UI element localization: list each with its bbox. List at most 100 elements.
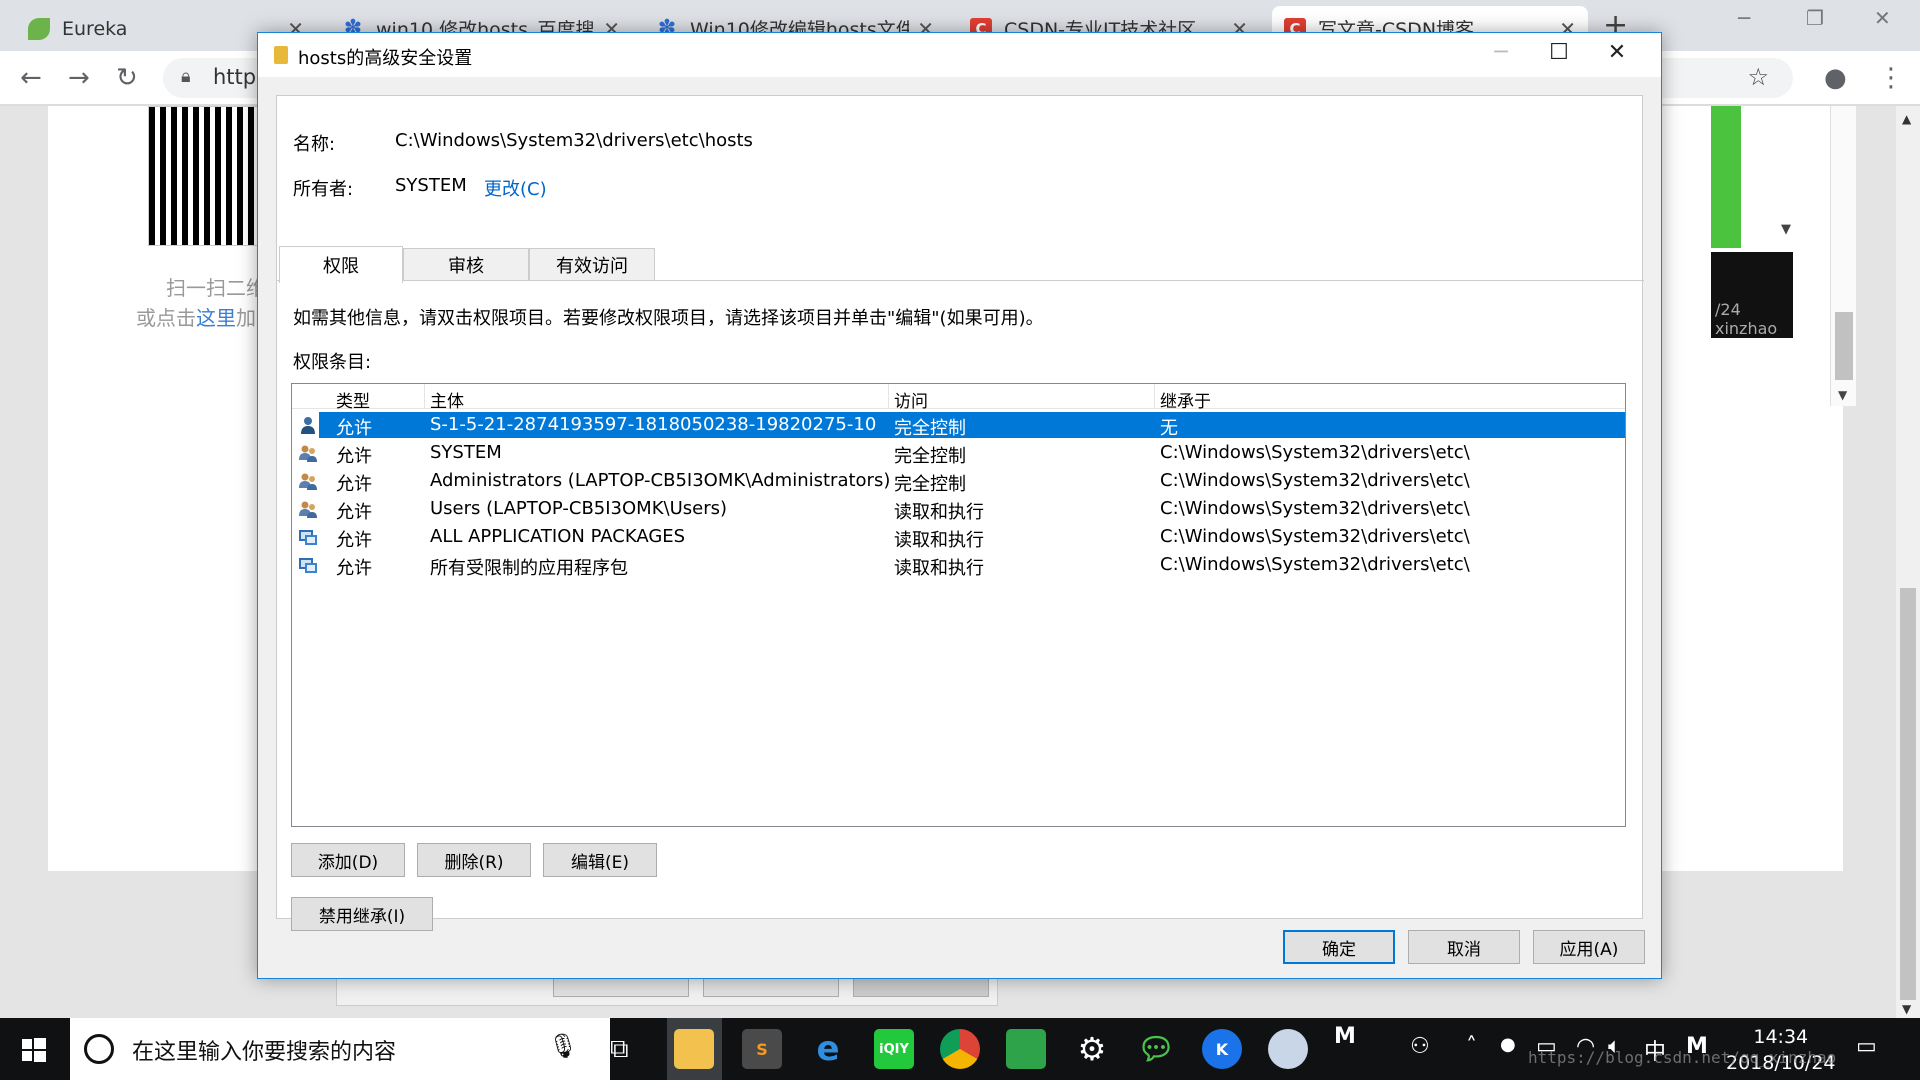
m-app-icon[interactable]: M — [1334, 1024, 1356, 1049]
tab-divider — [277, 280, 1644, 281]
close-icon[interactable]: ✕ — [1588, 38, 1646, 72]
folder-icon — [274, 46, 288, 64]
permission-row[interactable]: 允许 SYSTEM 完全控制 C:\Windows\System32\drive… — [292, 439, 1625, 467]
row-type: 允许 — [336, 530, 372, 551]
join-group-link[interactable]: 这里 — [196, 306, 236, 330]
cancel-button[interactable]: 取消 — [1408, 930, 1520, 964]
dropdown-arrow-icon[interactable]: ▼ — [1781, 222, 1791, 237]
permission-row[interactable]: 允许 ALL APPLICATION PACKAGES 读取和执行 C:\Win… — [292, 523, 1625, 551]
notification-icon[interactable]: ▭ — [1856, 1034, 1877, 1059]
tab-effective-access[interactable]: 有效访问 — [529, 248, 655, 281]
row-principal: ALL APPLICATION PACKAGES — [430, 526, 686, 547]
column-header-type[interactable]: 类型 — [336, 387, 370, 412]
dialog-content-panel: 名称: C:\Windows\System32\drivers\etc\host… — [276, 95, 1644, 931]
clock-time: 14:34 — [1753, 1026, 1809, 1048]
apply-button[interactable]: 应用(A) — [1533, 930, 1645, 964]
chrome-icon[interactable] — [940, 1029, 980, 1069]
edit-button[interactable]: 编辑(E) — [543, 843, 657, 877]
minimize-icon[interactable]: ─ — [1472, 38, 1530, 72]
edge-browser-icon[interactable]: e — [808, 1029, 848, 1069]
reload-icon[interactable]: ↻ — [116, 63, 138, 93]
row-principal: SYSTEM — [430, 442, 502, 463]
column-header-inherited-from[interactable]: 继承于 — [1160, 387, 1211, 412]
back-arrow-icon[interactable]: ← — [20, 63, 42, 93]
permission-entries-label: 权限条目: — [293, 352, 372, 373]
change-owner-link[interactable]: 更改(C) — [484, 175, 547, 201]
permission-row[interactable]: 允许 所有受限制的应用程序包 读取和执行 C:\Windows\System32… — [292, 551, 1625, 579]
tab-permissions[interactable]: 权限 — [279, 246, 403, 283]
qr-caption-pre: 或点击 — [136, 306, 196, 330]
bookmark-star-icon[interactable]: ☆ — [1747, 63, 1769, 91]
group-icon — [299, 473, 317, 490]
app-package-icon — [299, 530, 317, 545]
row-inherited-from: C:\Windows\System32\drivers\etc\ — [1160, 554, 1470, 575]
user-icon — [301, 417, 315, 434]
row-type: 允许 — [336, 446, 372, 467]
remove-button[interactable]: 删除(R) — [417, 843, 531, 877]
owner-label: 所有者: — [293, 179, 354, 200]
green-app-icon[interactable] — [1006, 1029, 1046, 1069]
k-app-icon[interactable]: K — [1202, 1029, 1242, 1069]
side-image-text: /24 xinzhao — [1715, 300, 1778, 338]
forward-arrow-icon[interactable]: → — [68, 63, 90, 93]
page-scrollbar[interactable]: ▲ ▼ — [1896, 106, 1920, 1018]
permission-entries-list[interactable]: 类型 主体 访问 继承于 允许 S-1-5-21-2874193597-1818… — [291, 383, 1626, 827]
account-icon[interactable]: ● — [1824, 63, 1847, 93]
owner-value: SYSTEM — [395, 175, 467, 196]
column-separator[interactable] — [888, 384, 889, 408]
browser-tab-title: Eureka — [62, 17, 128, 40]
wechat-icon[interactable]: 💬︎ — [1136, 1029, 1176, 1069]
column-separator[interactable] — [424, 384, 425, 408]
group-icon — [299, 445, 317, 462]
dialog-titlebar: hosts的高级安全设置 ─ ☐ ✕ — [258, 33, 1661, 77]
column-header-access[interactable]: 访问 — [894, 387, 928, 412]
cortana-icon[interactable] — [84, 1034, 114, 1064]
inner-scroll-thumb[interactable] — [1835, 312, 1853, 380]
tray-expand-icon[interactable]: ˄ — [1466, 1034, 1477, 1059]
tab-auditing[interactable]: 审核 — [403, 248, 529, 281]
name-value: C:\Windows\System32\drivers\etc\hosts — [395, 130, 753, 151]
permission-row-selected[interactable]: 允许 S-1-5-21-2874193597-1818050238-198202… — [292, 411, 1625, 439]
name-label: 名称: — [293, 134, 336, 155]
row-type: 允许 — [336, 502, 372, 523]
microphone-icon[interactable]: 🎙︎ — [548, 1032, 578, 1060]
taskbar-search-box[interactable]: 在这里输入你要搜索的内容 🎙︎ — [70, 1018, 610, 1080]
lock-icon: 🔒︎ — [181, 66, 191, 87]
settings-gear-icon[interactable]: ⚙ — [1072, 1029, 1112, 1069]
row-access: 完全控制 — [894, 474, 966, 495]
sublime-text-icon[interactable]: S — [742, 1029, 782, 1069]
windows-start-icon[interactable] — [22, 1038, 46, 1062]
qq-tray-icon[interactable]: ● — [1500, 1034, 1516, 1055]
restore-icon[interactable]: ❐ — [1806, 6, 1824, 30]
add-button[interactable]: 添加(D) — [291, 843, 405, 877]
ok-button[interactable]: 确定 — [1283, 930, 1395, 964]
column-separator[interactable] — [1154, 384, 1155, 408]
scroll-down-icon[interactable]: ▼ — [1902, 1002, 1911, 1016]
row-inherited-from: 无 — [1160, 418, 1178, 439]
minimize-icon[interactable]: ─ — [1738, 6, 1750, 30]
column-header-principal[interactable]: 主体 — [430, 387, 464, 412]
iqiyi-icon[interactable]: iQIY — [874, 1029, 914, 1069]
file-explorer-icon[interactable] — [674, 1029, 714, 1069]
disable-inheritance-button[interactable]: 禁用继承(I) — [291, 897, 433, 931]
page-scroll-thumb[interactable] — [1900, 588, 1916, 1000]
avatar-app-icon[interactable] — [1268, 1029, 1308, 1069]
permission-row[interactable]: 允许 Users (LAPTOP-CB5I3OMK\Users) 读取和执行 C… — [292, 495, 1625, 523]
advanced-security-dialog: hosts的高级安全设置 ─ ☐ ✕ 名称: C:\Windows\System… — [257, 32, 1662, 979]
scroll-up-icon[interactable]: ▲ — [1902, 112, 1911, 126]
permission-row[interactable]: 允许 Administrators (LAPTOP-CB5I3OMK\Admin… — [292, 467, 1625, 495]
maximize-icon[interactable]: ☐ — [1530, 38, 1588, 72]
list-header: 类型 主体 访问 继承于 — [292, 384, 1625, 412]
side-image-green — [1711, 106, 1741, 248]
inner-scrollbar[interactable]: ▼ — [1830, 106, 1856, 406]
close-window-icon[interactable]: ✕ — [1874, 6, 1891, 30]
menu-dots-icon[interactable]: ⋮ — [1878, 63, 1904, 93]
row-type: 允许 — [336, 418, 372, 439]
scroll-down-icon[interactable]: ▼ — [1838, 388, 1847, 402]
people-icon[interactable]: ⚇ — [1410, 1034, 1430, 1059]
watermark-text: https://blog.csdn.net/qq_xinzhao — [1528, 1048, 1837, 1067]
row-access: 完全控制 — [894, 418, 966, 439]
row-access: 读取和执行 — [894, 558, 984, 579]
task-view-icon[interactable]: ⧉ — [610, 1034, 629, 1065]
row-access: 完全控制 — [894, 446, 966, 467]
